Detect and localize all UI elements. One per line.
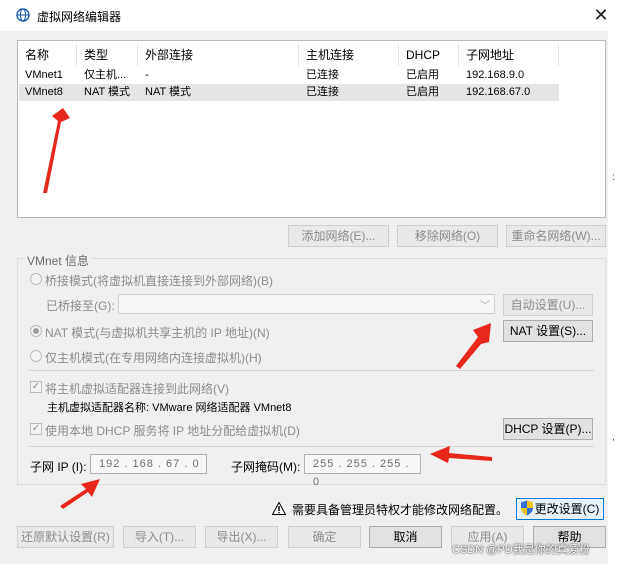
vmnet-info-group [17, 258, 606, 485]
subnet-ip-field[interactable]: 192 . 168 . 67 . 0 [90, 454, 207, 474]
table-row[interactable]: VMnet1 仅主机... - 已连接 已启用 192.168.9.0 [19, 67, 559, 84]
subnet-mask-label: 子网掩码(M): [231, 460, 301, 474]
divider [28, 370, 594, 371]
cell-subnet: 192.168.67.0 [466, 86, 531, 98]
column-header-dhcp[interactable]: DHCP [400, 44, 459, 66]
divider [28, 446, 594, 447]
add-network-button[interactable]: 添加网络(E)... [288, 225, 389, 247]
subnet-ip-label: 子网 IP (I): [30, 460, 87, 474]
table-row-selected[interactable]: VMnet8 NAT 模式 NAT 模式 已连接 已启用 192.168.67.… [19, 84, 559, 101]
cell-name: VMnet8 [25, 86, 63, 98]
cell-name: VMnet1 [25, 69, 63, 81]
title-bar: 虚拟网络编辑器 ✕ [0, 0, 623, 31]
warning-icon [272, 502, 286, 515]
host-only-radio[interactable] [30, 350, 42, 362]
nat-mode-radio[interactable] [30, 325, 42, 337]
export-button[interactable]: 导出(X)... [205, 526, 278, 548]
watermark: CSDN @PD我是你的真爱粉 [452, 544, 590, 556]
chevron-down-icon: ﹀ [480, 301, 490, 312]
subnet-mask-field[interactable]: 255 . 255 . 255 . 0 [304, 454, 421, 488]
close-button[interactable]: ✕ [588, 3, 614, 27]
admin-notice: 需要具备管理员特权才能修改网络配置。 [292, 503, 509, 517]
column-header-subnet[interactable]: 子网地址 [460, 44, 559, 66]
cell-subnet: 192.168.9.0 [466, 69, 525, 81]
bridged-to-label: 已桥接至(G): [46, 299, 115, 313]
cell-type: NAT 模式 [84, 86, 131, 98]
window-title: 虚拟网络编辑器 [37, 10, 122, 24]
column-header-type[interactable]: 类型 [78, 44, 138, 66]
dhcp-checkbox[interactable]: ✓ [30, 423, 42, 435]
rename-network-button[interactable]: 重命名网络(W)... [506, 225, 606, 247]
column-header-name[interactable]: 名称 [19, 44, 77, 66]
cell-external: NAT 模式 [145, 86, 192, 98]
cell-host: 已连接 [306, 86, 339, 98]
bridge-mode-label: 桥接模式(将虚拟机直接连接到外部网络)(B) [45, 274, 273, 288]
auto-settings-button[interactable]: 自动设置(U)... [503, 294, 593, 316]
bridge-mode-radio[interactable] [30, 273, 42, 285]
bridged-to-select[interactable]: ﹀ [118, 294, 495, 314]
cell-dhcp: 已启用 [406, 86, 439, 98]
connect-adapter-label: 将主机虚拟适配器连接到此网络(V) [45, 382, 229, 396]
column-header-external[interactable]: 外部连接 [139, 44, 299, 66]
cell-type: 仅主机... [84, 69, 127, 81]
ok-button[interactable]: 确定 [288, 526, 361, 548]
cell-dhcp: 已启用 [406, 69, 439, 81]
background-window-edge [608, 31, 623, 564]
cell-external: - [145, 69, 149, 81]
nat-settings-button[interactable]: NAT 设置(S)... [503, 320, 593, 342]
cancel-button[interactable]: 取消 [369, 526, 442, 548]
column-header-host[interactable]: 主机连接 [300, 44, 399, 66]
dhcp-label: 使用本地 DHCP 服务将 IP 地址分配给虚拟机(D) [45, 424, 300, 438]
adapter-name-text: 主机虚拟适配器名称: VMware 网络适配器 VMnet8 [47, 402, 292, 414]
vmnet-info-title: VMnet 信息 [25, 252, 92, 269]
admin-shield-icon [521, 500, 533, 516]
dhcp-settings-button[interactable]: DHCP 设置(P)... [503, 418, 593, 440]
connect-adapter-checkbox[interactable]: ✓ [30, 381, 42, 393]
import-button[interactable]: 导入(T)... [123, 526, 196, 548]
restore-defaults-button[interactable]: 还原默认设置(R) [17, 526, 114, 548]
network-table[interactable]: 名称 类型 外部连接 主机连接 DHCP 子网地址 VMnet1 仅主机... … [17, 40, 606, 218]
cell-host: 已连接 [306, 69, 339, 81]
edge-mark: : [612, 172, 615, 183]
remove-network-button[interactable]: 移除网络(O) [397, 225, 498, 247]
network-globe-icon [16, 8, 30, 22]
host-only-label: 仅主机模式(在专用网络内连接虚拟机)(H) [45, 351, 262, 365]
nat-mode-label: NAT 模式(与虚拟机共享主机的 IP 地址)(N) [45, 326, 270, 340]
edge-mark: , [612, 432, 615, 443]
